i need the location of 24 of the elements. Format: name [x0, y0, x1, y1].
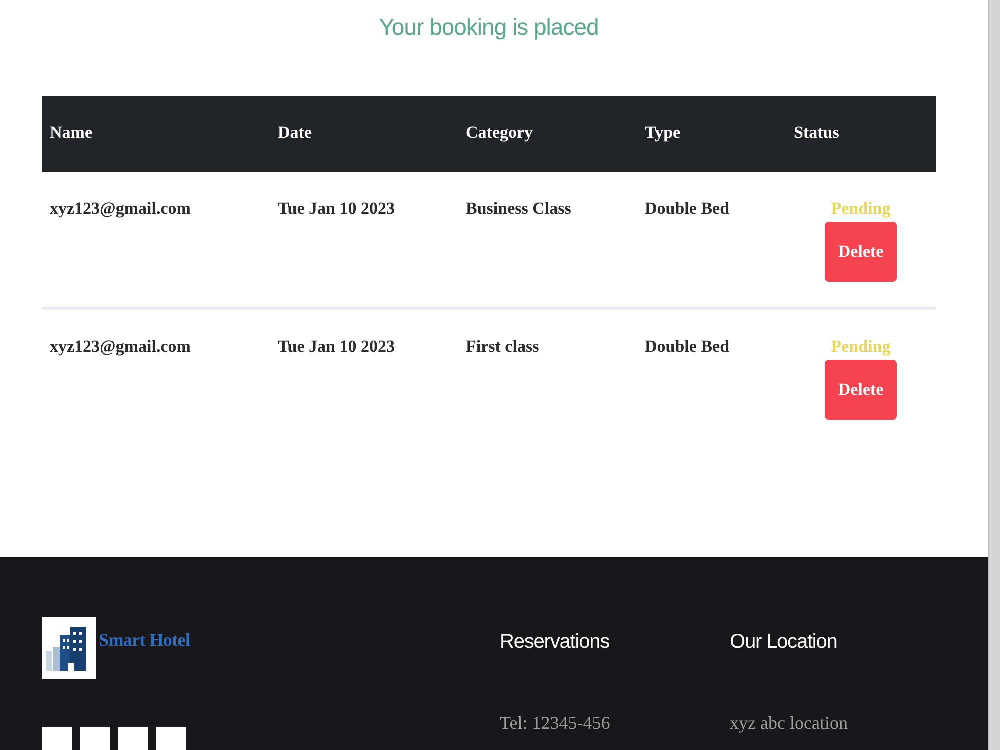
scrollbar[interactable]	[988, 0, 1000, 750]
date-cell: Tue Jan 10 2023	[278, 198, 395, 218]
status-text: Pending	[831, 336, 891, 358]
date-cell: Tue Jan 10 2023	[278, 337, 395, 356]
room-type-cell: Double Bed	[645, 337, 730, 356]
email-cell: xyz123@gmail.com	[50, 198, 191, 218]
footer-text: Tel: 12345-456	[500, 712, 612, 735]
category-cell: Business Class	[466, 198, 572, 218]
column-header: Type	[645, 122, 681, 142]
delete-button[interactable]: Delete	[825, 360, 897, 420]
email-cell: xyz123@gmail.com	[50, 337, 191, 356]
room-type-cell: Double Bed	[645, 198, 730, 218]
brand-link[interactable]: Smart Hotel	[99, 627, 190, 654]
column-header: Name	[50, 122, 92, 142]
page-heading: Your booking is placed	[378, 14, 600, 42]
footer-heading: Our Location	[730, 630, 838, 655]
status-text: Pending	[831, 198, 891, 220]
footer-heading: Reservations	[500, 630, 611, 655]
delete-button[interactable]: Delete	[825, 222, 897, 282]
column-header: Status	[794, 122, 840, 142]
footer-text: xyz abc location	[730, 712, 849, 735]
column-header: Date	[278, 122, 312, 142]
category-cell: First class	[466, 337, 540, 356]
column-header: Category	[466, 122, 534, 142]
